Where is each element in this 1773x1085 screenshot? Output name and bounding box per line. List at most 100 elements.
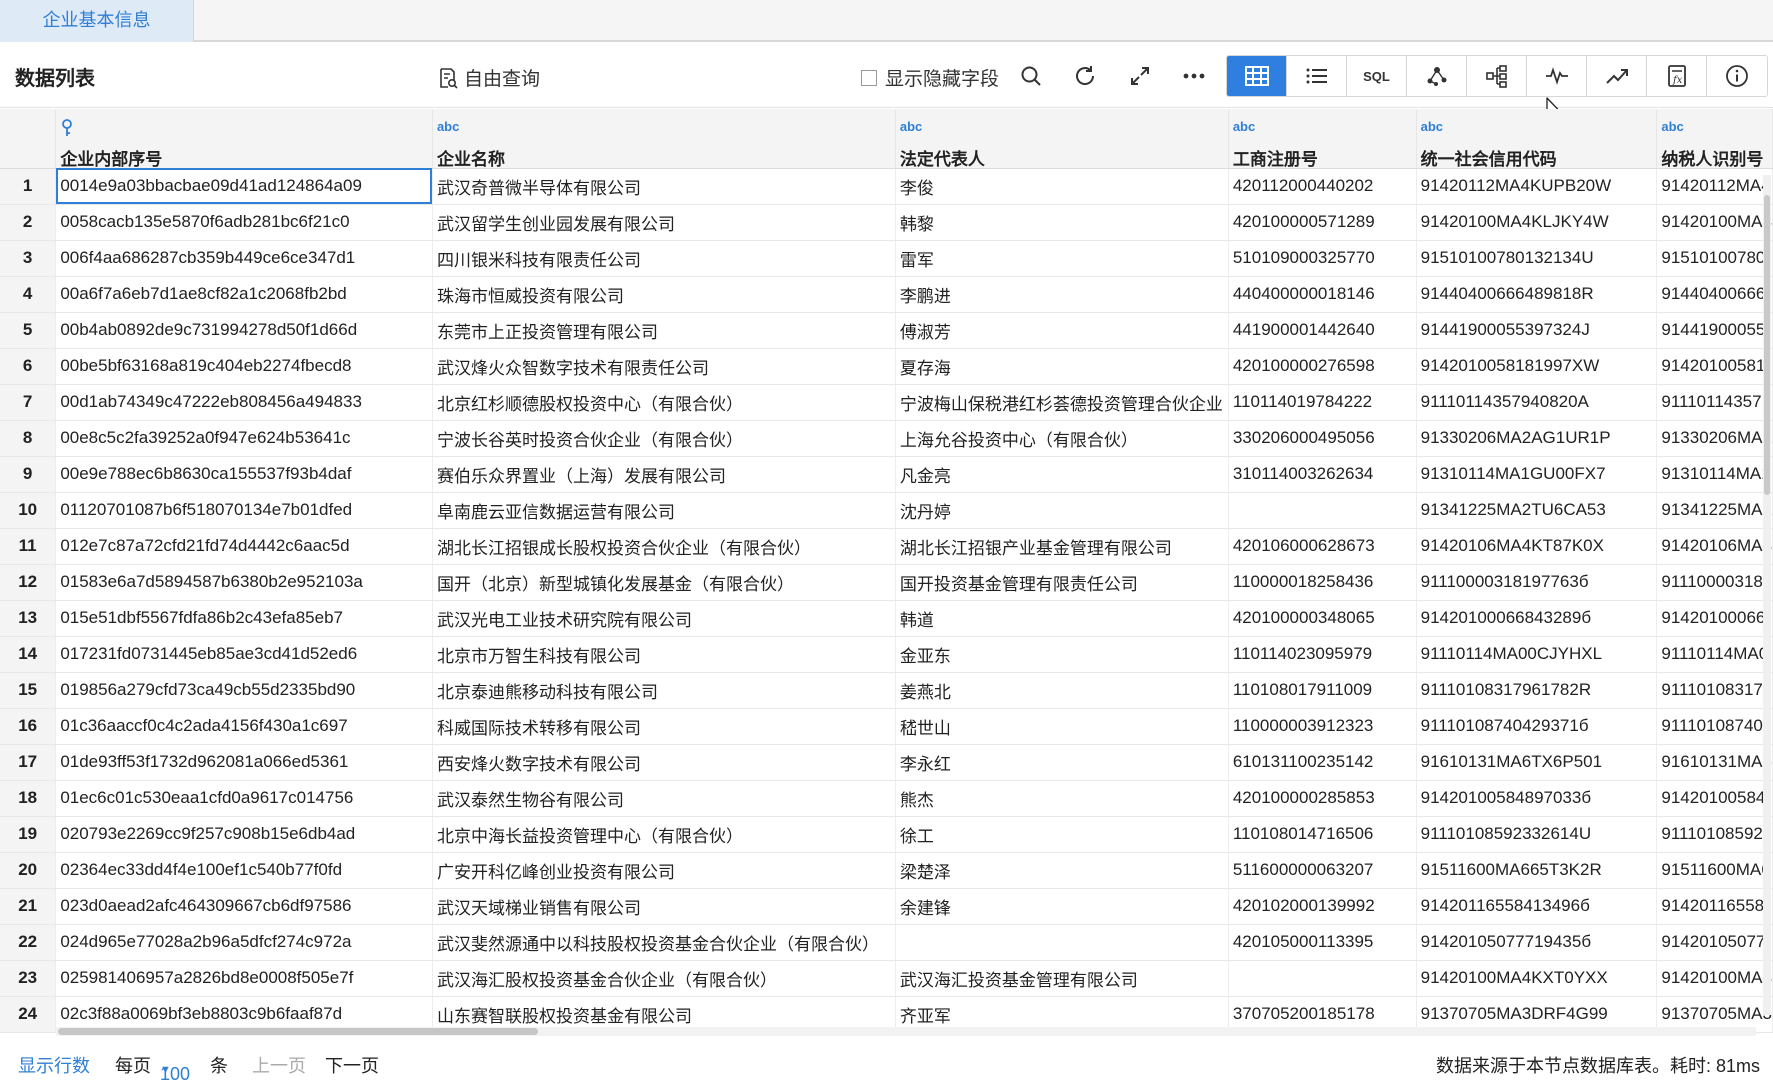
table-cell[interactable]: 310114003262634 bbox=[1228, 456, 1417, 493]
horizontal-scrollbar[interactable] bbox=[56, 1027, 1756, 1036]
table-cell[interactable]: 91610131MA6TX6P501 bbox=[1416, 744, 1658, 781]
table-cell[interactable]: 420102000139992 bbox=[1228, 888, 1417, 925]
table-cell[interactable]: 李鹏进 bbox=[895, 276, 1229, 313]
table-row[interactable]: 21 023d0aead2afc464309667cb6df97586 武汉天域梯业… bbox=[0, 888, 1773, 925]
vertical-scroll-thumb[interactable] bbox=[1764, 195, 1770, 495]
table-cell[interactable]: 嵇世山 bbox=[895, 708, 1229, 745]
table-cell[interactable]: 西安烽火数字技术有限公司 bbox=[432, 744, 896, 781]
table-cell[interactable]: 91510100780 bbox=[1656, 240, 1773, 277]
table-cell[interactable]: 姜燕北 bbox=[895, 672, 1229, 709]
table-row[interactable]: 14 017231fd0731445eb85ae3cd41d52ed6 北京市万智生… bbox=[0, 636, 1773, 673]
table-cell[interactable]: 91420100066843289б bbox=[1416, 600, 1658, 637]
table-cell[interactable]: 00be5bf63168a819c404eb2274fbecd8 bbox=[55, 348, 433, 385]
table-cell[interactable]: 赛伯乐众界置业（上海）发展有限公司 bbox=[432, 456, 896, 493]
table-cell[interactable]: 91110108317961782R bbox=[1416, 672, 1658, 709]
table-cell[interactable]: 440400000018146 bbox=[1228, 276, 1417, 313]
table-cell[interactable]: 凡金亮 bbox=[895, 456, 1229, 493]
fullscreen-icon[interactable] bbox=[1126, 62, 1154, 90]
table-cell[interactable]: 012e7c87a72cfd21fd74d4442c6aac5d bbox=[55, 528, 433, 565]
table-row[interactable]: 23 025981406957a2826bd8e0008f505e7f 武汉海汇股权… bbox=[0, 960, 1773, 997]
table-cell[interactable]: 91110114MA0 bbox=[1656, 636, 1773, 673]
table-cell[interactable]: 韩黎 bbox=[895, 204, 1229, 241]
table-cell[interactable]: 北京市万智生科技有限公司 bbox=[432, 636, 896, 673]
table-cell[interactable]: 91420105077 bbox=[1656, 924, 1773, 961]
table-row[interactable]: 4 00a6f7a6eb7d1ae8cf82a1c2068fb2bd 珠海市恒威投资… bbox=[0, 276, 1773, 313]
table-cell[interactable]: 025981406957a2826bd8e0008f505e7f bbox=[55, 960, 433, 997]
table-cell[interactable]: 武汉泰然生物谷有限公司 bbox=[432, 780, 896, 817]
table-cell[interactable]: 李俊 bbox=[895, 168, 1229, 205]
table-cell[interactable]: 9142010058181997XW bbox=[1416, 348, 1658, 385]
table-cell[interactable]: 91510100780132134U bbox=[1416, 240, 1658, 277]
table-cell[interactable]: 420112000440202 bbox=[1228, 168, 1417, 205]
table-row[interactable]: 17 01de93ff53f1732d962081a066ed5361 西安烽火数字… bbox=[0, 744, 1773, 781]
table-cell[interactable]: 夏存海 bbox=[895, 348, 1229, 385]
table-cell[interactable]: 阜南鹿云亚信数据运营有限公司 bbox=[432, 492, 896, 529]
table-cell[interactable]: 110114023095979 bbox=[1228, 636, 1417, 673]
table-cell[interactable]: 510109000325770 bbox=[1228, 240, 1417, 277]
table-cell[interactable]: 李永红 bbox=[895, 744, 1229, 781]
table-cell[interactable] bbox=[1228, 492, 1417, 529]
table-cell[interactable] bbox=[1228, 960, 1417, 997]
table-cell[interactable]: 420105000113395 bbox=[1228, 924, 1417, 961]
table-cell[interactable]: 上海允谷投资中心（有限合伙） bbox=[895, 420, 1229, 457]
table-cell[interactable]: 511600000063207 bbox=[1228, 852, 1417, 889]
table-cell[interactable]: 91420106MA4KT87K0X bbox=[1416, 528, 1658, 565]
table-cell[interactable]: 韩道 bbox=[895, 600, 1229, 637]
table-cell[interactable]: 91420106MA4 bbox=[1656, 528, 1773, 565]
table-row[interactable]: 3 006f4aa686287cb359b449ce6ce347d1 四川银米科技有… bbox=[0, 240, 1773, 277]
table-cell[interactable]: 91440400666 bbox=[1656, 276, 1773, 313]
column-header[interactable]: abc 企业名称 bbox=[432, 109, 896, 169]
table-cell[interactable]: 91110108740429371б bbox=[1416, 708, 1658, 745]
column-header[interactable]: abc 工商注册号 bbox=[1228, 109, 1417, 169]
table-row[interactable]: 1 0014e9a03bbacbae09d41ad124864a09 武汉奇普微半导… bbox=[0, 168, 1773, 205]
table-cell[interactable]: 91310114MA1GU00FX7 bbox=[1416, 456, 1658, 493]
table-cell[interactable]: 武汉烽火众智数字技术有限责任公司 bbox=[432, 348, 896, 385]
show-rows-link[interactable]: 显示行数 bbox=[18, 1052, 90, 1078]
table-cell[interactable]: 91330206MA2AG1UR1P bbox=[1416, 420, 1658, 457]
table-row[interactable]: 15 019856a279cfd73ca49cb55d2335bd90 北京泰迪熊移… bbox=[0, 672, 1773, 709]
table-cell[interactable]: 国开投资基金管理有限责任公司 bbox=[895, 564, 1229, 601]
table-cell[interactable]: 武汉留学生创业园发展有限公司 bbox=[432, 204, 896, 241]
table-cell[interactable]: 110114019784222 bbox=[1228, 384, 1417, 421]
table-cell[interactable]: 91420100MA4KLJKY4W bbox=[1416, 204, 1658, 241]
table-cell[interactable]: 00a6f7a6eb7d1ae8cf82a1c2068fb2bd bbox=[55, 276, 433, 313]
table-cell[interactable]: 熊杰 bbox=[895, 780, 1229, 817]
table-cell[interactable]: 024d965e77028a2b96a5dfcf274c972a bbox=[55, 924, 433, 961]
table-cell[interactable]: 02364ec33dd4f4e100ef1c540b77f0fd bbox=[55, 852, 433, 889]
table-cell[interactable]: 91110108317 bbox=[1656, 672, 1773, 709]
table-cell[interactable]: 梁楚泽 bbox=[895, 852, 1229, 889]
table-cell[interactable]: 020793e2269cc9f257c908b15e6db4ad bbox=[55, 816, 433, 853]
table-cell[interactable]: 宁波梅山保税港红杉荟德投资管理合伙企业 bbox=[895, 384, 1229, 421]
table-cell[interactable]: 91310114MA1 bbox=[1656, 456, 1773, 493]
table-cell[interactable]: 91420100584 bbox=[1656, 780, 1773, 817]
table-cell[interactable]: 110108014716506 bbox=[1228, 816, 1417, 853]
table-cell[interactable]: 110000003912323 bbox=[1228, 708, 1417, 745]
table-cell[interactable]: 91110000318 bbox=[1656, 564, 1773, 601]
table-cell[interactable]: 91610131MA6 bbox=[1656, 744, 1773, 781]
table-cell[interactable]: 91420112MA4KUPB20W bbox=[1416, 168, 1658, 205]
table-cell[interactable]: 91420112MA4 bbox=[1656, 168, 1773, 205]
table-cell[interactable]: 330206000495056 bbox=[1228, 420, 1417, 457]
show-hidden-fields-toggle[interactable]: 显示隐藏字段 bbox=[861, 64, 999, 91]
table-cell[interactable]: 91420105077719435б bbox=[1416, 924, 1658, 961]
table-cell[interactable] bbox=[895, 924, 1229, 961]
table-cell[interactable]: 00b4ab0892de9c731994278d50f1d66d bbox=[55, 312, 433, 349]
table-cell[interactable]: 006f4aa686287cb359b449ce6ce347d1 bbox=[55, 240, 433, 277]
table-row[interactable]: 5 00b4ab0892de9c731994278d50f1d66d 东莞市上正投资… bbox=[0, 312, 1773, 349]
table-cell[interactable]: 北京泰迪熊移动科技有限公司 bbox=[432, 672, 896, 709]
table-cell[interactable]: 015e51dbf5567fdfa86b2c43efa85eb7 bbox=[55, 600, 433, 637]
table-cell[interactable]: 四川银米科技有限责任公司 bbox=[432, 240, 896, 277]
table-cell[interactable]: 91441900055397324J bbox=[1416, 312, 1658, 349]
table-cell[interactable]: 91110114MA00CJYHXL bbox=[1416, 636, 1658, 673]
table-cell[interactable]: 420106000628673 bbox=[1228, 528, 1417, 565]
table-cell[interactable]: 国开（北京）新型城镇化发展基金（有限合伙） bbox=[432, 564, 896, 601]
table-cell[interactable]: 017231fd0731445eb85ae3cd41d52ed6 bbox=[55, 636, 433, 673]
table-cell[interactable]: 湖北长江招银成长股权投资合伙企业（有限合伙） bbox=[432, 528, 896, 565]
table-row[interactable]: 8 00e8c5c2fa39252a0f947e624b53641c 宁波长谷英时投… bbox=[0, 420, 1773, 457]
table-cell[interactable]: 91110000318197763б bbox=[1416, 564, 1658, 601]
table-cell[interactable]: 91420100584897033б bbox=[1416, 780, 1658, 817]
table-cell[interactable]: 91420100066 bbox=[1656, 600, 1773, 637]
table-cell[interactable]: 91110114357 bbox=[1656, 384, 1773, 421]
table-row[interactable]: 12 01583e6a7d5894587b6380b2e952103a 国开（北京）… bbox=[0, 564, 1773, 601]
table-cell[interactable]: 110108017911009 bbox=[1228, 672, 1417, 709]
